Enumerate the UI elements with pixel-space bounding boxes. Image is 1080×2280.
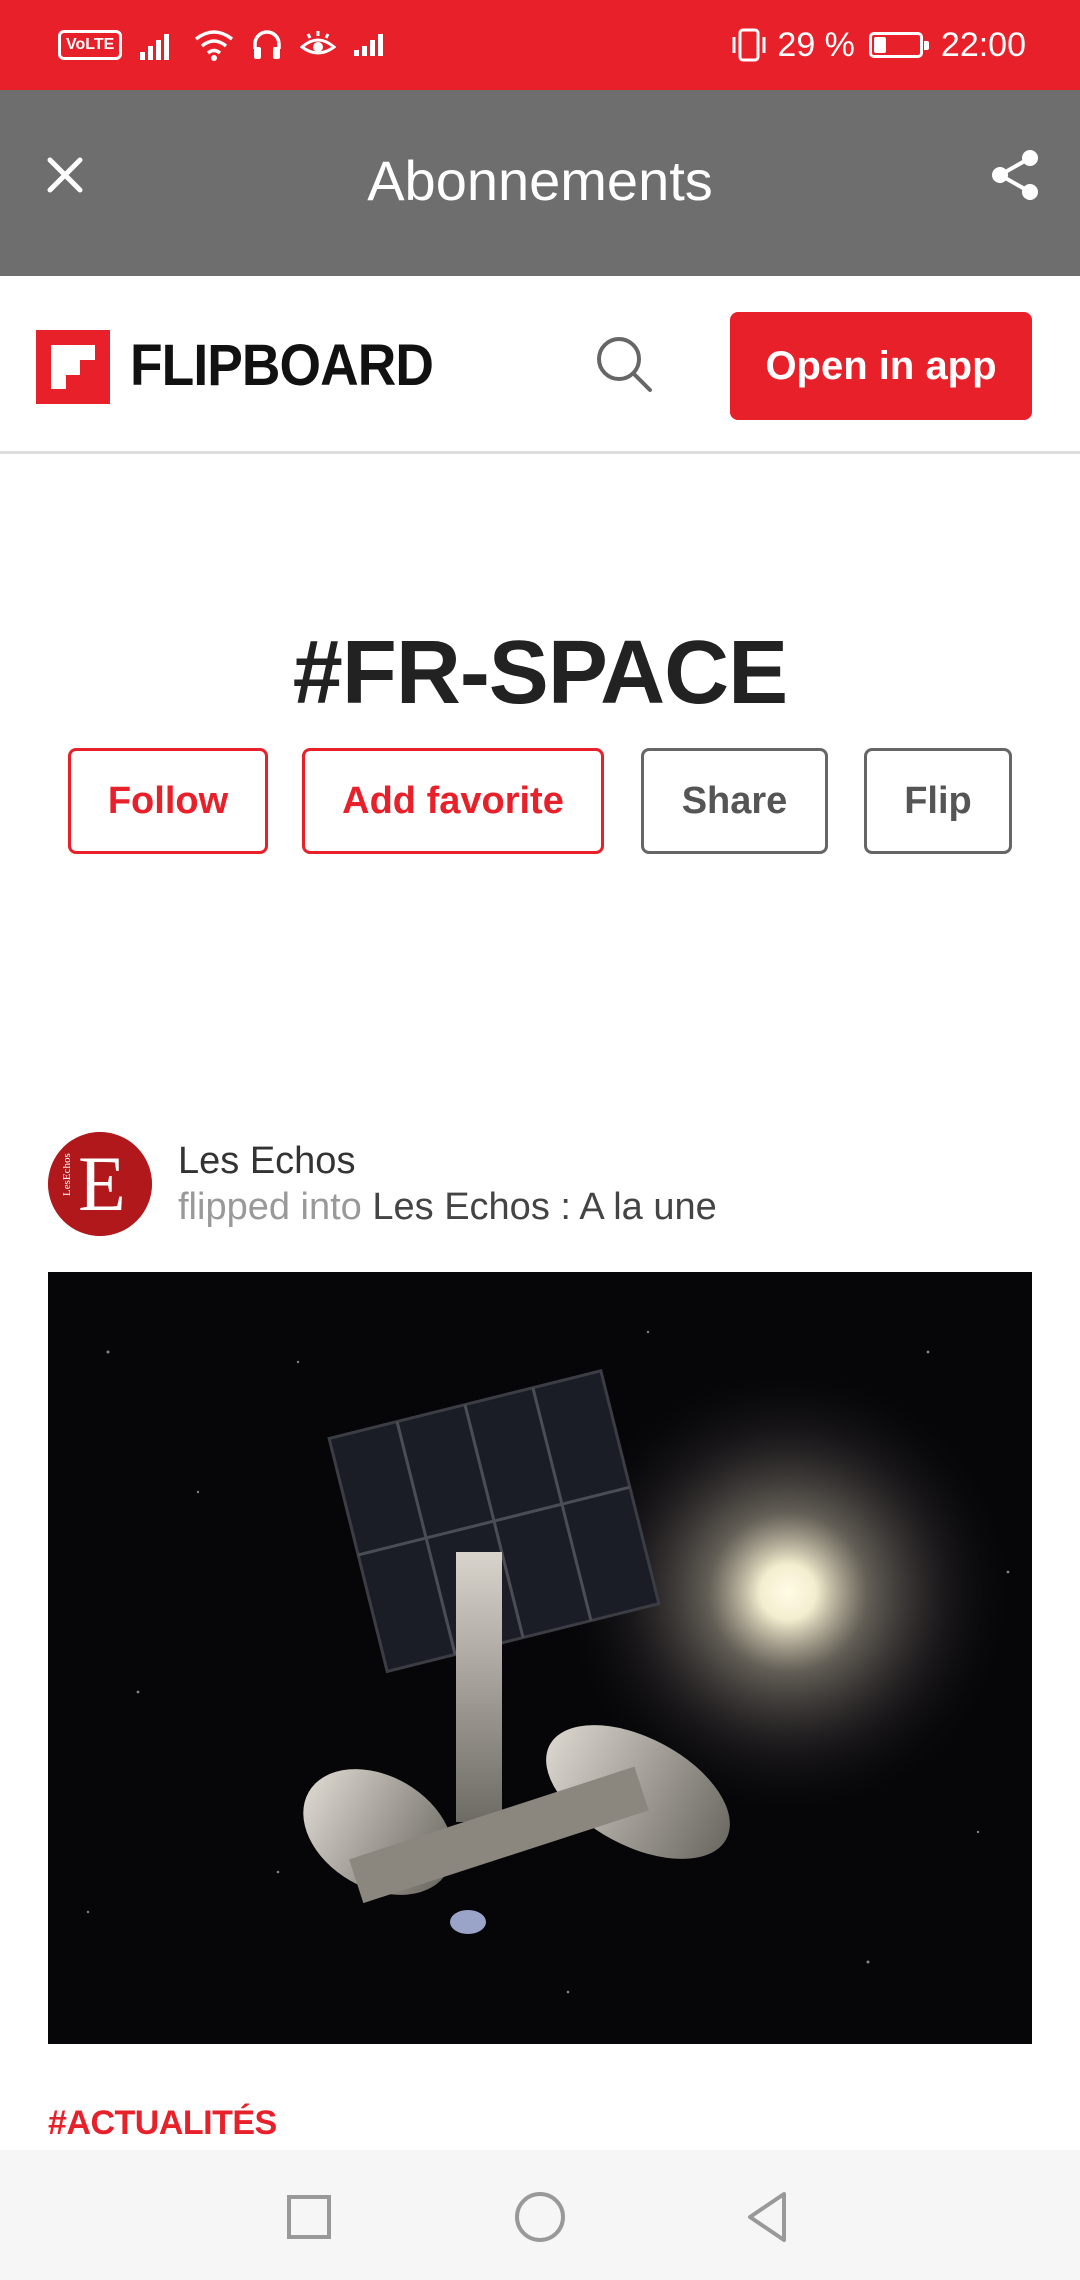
- headset-icon: [253, 30, 282, 59]
- system-nav-bar: [0, 2150, 1080, 2280]
- flipboard-logo-icon[interactable]: [36, 330, 110, 404]
- clock: 22:00: [940, 25, 1026, 64]
- topic-actions: Follow Add favorite Share Flip: [0, 748, 1080, 856]
- topic-title: #FR-SPACE: [292, 623, 788, 723]
- flipboard-header: FLIPBOARD Open in app: [0, 276, 1080, 454]
- space-station-illustration: [48, 1272, 1032, 2044]
- wifi-icon: [195, 30, 234, 61]
- post-header: E LesEchos Les Echos flipped into Les Ec…: [48, 1132, 1038, 1238]
- share-button[interactable]: Share: [641, 748, 828, 854]
- share-icon[interactable]: [988, 148, 1042, 202]
- post-source-name[interactable]: Les Echos: [178, 1140, 355, 1183]
- flipped-into-label: flipped into: [178, 1186, 362, 1228]
- signal-icon: [140, 34, 170, 60]
- app-bar: Abonnements: [0, 90, 1080, 276]
- circle-home-icon[interactable]: [505, 2182, 575, 2252]
- post-flipped-line: flipped into Les Echos : A la une: [178, 1186, 717, 1229]
- data-activity-icon: [354, 34, 384, 56]
- search-icon[interactable]: [592, 332, 656, 396]
- battery-percent: 29 %: [777, 25, 855, 64]
- post-tag[interactable]: #ACTUALITÉS: [48, 2104, 277, 2143]
- status-bar: VoLTE 29 % 22:00: [0, 0, 1080, 90]
- svg-text:E: E: [78, 1140, 126, 1227]
- status-left-icons: VoLTE: [58, 22, 386, 68]
- add-favorite-button[interactable]: Add favorite: [302, 748, 604, 854]
- flipboard-wordmark[interactable]: FLIPBOARD: [130, 332, 434, 399]
- triangle-back-icon[interactable]: [734, 2182, 804, 2252]
- les-echos-avatar[interactable]: E LesEchos: [48, 1132, 152, 1236]
- square-recents-icon[interactable]: [274, 2182, 344, 2252]
- eye-comfort-icon: [300, 31, 337, 55]
- vibrate-icon: [732, 28, 766, 62]
- svg-text:LesEchos: LesEchos: [61, 1153, 73, 1196]
- status-right: 29 % 22:00: [729, 22, 1026, 68]
- space-station-image[interactable]: [48, 1272, 1032, 2044]
- app-bar-title: Abonnements: [367, 149, 713, 212]
- follow-button[interactable]: Follow: [68, 748, 268, 854]
- open-in-app-button[interactable]: Open in app: [730, 312, 1032, 420]
- flip-button[interactable]: Flip: [864, 748, 1012, 854]
- volte-badge: VoLTE: [58, 30, 123, 60]
- magazine-link[interactable]: Les Echos : A la une: [372, 1186, 716, 1228]
- battery-icon: [868, 32, 929, 58]
